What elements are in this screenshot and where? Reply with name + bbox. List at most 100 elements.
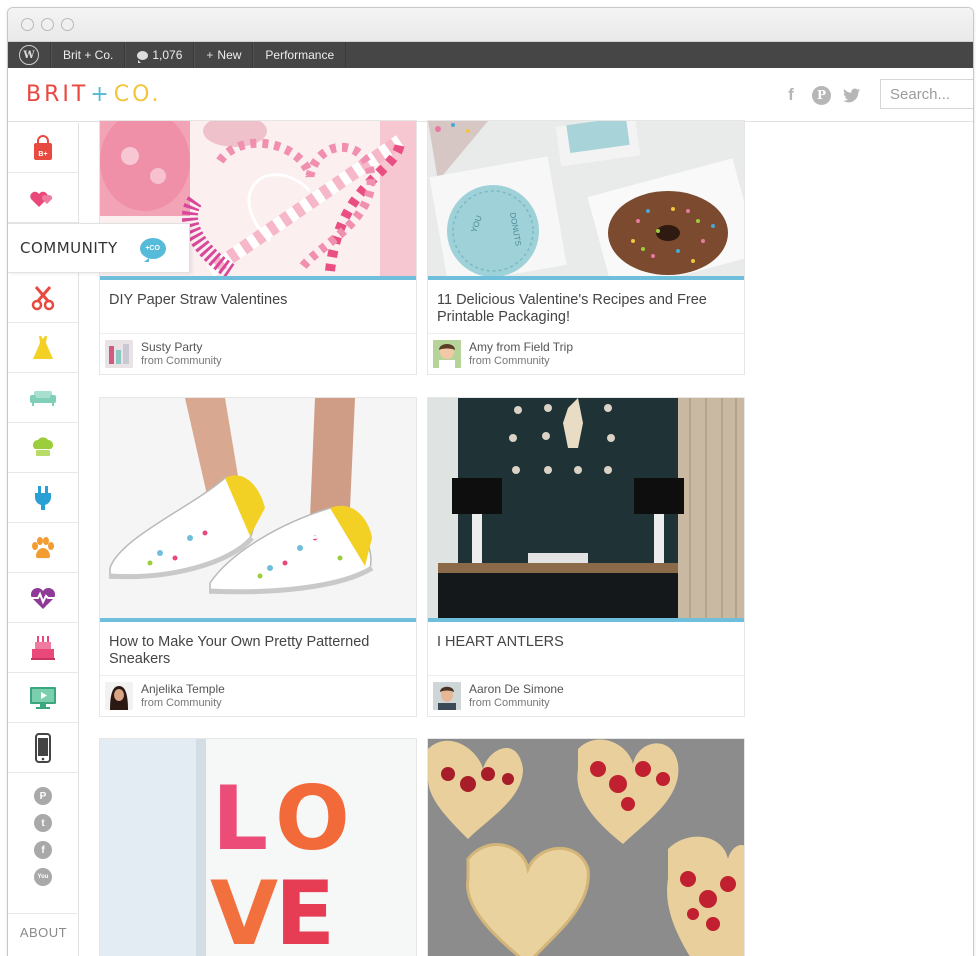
author-name[interactable]: Amy from Field Trip xyxy=(469,340,573,354)
monitor-icon xyxy=(30,686,56,709)
site-name-link[interactable]: Brit + Co. xyxy=(51,42,126,68)
shopping-bag-icon: B+ xyxy=(34,134,52,160)
plug-icon xyxy=(35,485,51,510)
post-card[interactable]: L O V E xyxy=(99,738,417,956)
donuts-packaging-photo: YOU DONUTS xyxy=(428,121,744,276)
author-source: from Community xyxy=(469,355,550,367)
post-card[interactable]: I HEART ANTLERS Aaron De Simone from Com… xyxy=(427,397,745,717)
sidebar-item-love[interactable] xyxy=(8,173,78,223)
close-window-button[interactable] xyxy=(21,18,34,31)
post-title[interactable]: 11 Delicious Valentine's Recipes and Fre… xyxy=(428,280,744,334)
post-image[interactable]: L O V E xyxy=(100,739,416,956)
logo-co: CO. xyxy=(113,82,162,107)
post-image[interactable] xyxy=(428,739,744,956)
zoom-window-button[interactable] xyxy=(61,18,74,31)
hearts-icon xyxy=(30,191,53,207)
love-card-photo: L O V E xyxy=(100,739,416,956)
pinterest-icon[interactable]: P xyxy=(812,85,831,105)
avatar[interactable] xyxy=(105,682,133,710)
post-author: Anjelika Temple from Community xyxy=(100,676,416,716)
category-sidebar: B+ P t f You ABOUT COMMUNITY +CO xyxy=(8,123,190,956)
header-social-links: f P xyxy=(780,85,863,105)
sofa-icon xyxy=(30,390,56,406)
post-card[interactable]: How to Make Your Own Pretty Patterned Sn… xyxy=(99,397,417,717)
logo-brit: BRIT xyxy=(26,82,89,107)
author-source: from Community xyxy=(469,697,550,709)
svg-text:B+: B+ xyxy=(38,151,47,158)
comment-bubble-icon xyxy=(137,50,149,63)
sidebar-item-tech[interactable] xyxy=(8,473,78,523)
sidebar-item-video[interactable] xyxy=(8,673,78,723)
avatar[interactable] xyxy=(433,682,461,710)
minimize-window-button[interactable] xyxy=(41,18,54,31)
twitter-icon[interactable] xyxy=(841,85,863,105)
post-image[interactable] xyxy=(428,398,744,622)
love-letter-o: O xyxy=(275,767,350,870)
facebook-icon[interactable]: f xyxy=(780,85,802,105)
avatar[interactable] xyxy=(105,340,133,368)
community-label: COMMUNITY xyxy=(20,239,118,257)
post-title[interactable]: DIY Paper Straw Valentines xyxy=(100,280,416,334)
post-author: Amy from Field Trip from Community xyxy=(428,334,744,374)
cake-icon xyxy=(31,635,55,660)
heartbeat-icon xyxy=(30,587,56,609)
performance-label: Performance xyxy=(265,48,335,62)
co-speech-bubble-icon: +CO xyxy=(139,237,166,262)
phone-icon xyxy=(35,732,51,763)
paw-icon xyxy=(32,536,54,558)
wordpress-logo-icon: W xyxy=(19,45,39,65)
wordpress-menu[interactable]: W xyxy=(8,42,51,68)
site-name-label: Brit + Co. xyxy=(63,48,114,62)
author-source: from Community xyxy=(141,355,222,367)
post-image[interactable] xyxy=(100,398,416,622)
sidebar-item-food[interactable] xyxy=(8,423,78,473)
site-logo[interactable]: BRIT+CO. xyxy=(26,82,162,107)
sidebar-item-health[interactable] xyxy=(8,573,78,623)
community-flyout[interactable]: COMMUNITY +CO xyxy=(8,223,190,273)
site-header: BRIT+CO. f P xyxy=(8,68,973,122)
sidebar-social-links: P t f You xyxy=(8,773,78,886)
sidebar-item-pets[interactable] xyxy=(8,523,78,573)
author-name[interactable]: Anjelika Temple xyxy=(141,682,225,696)
sidebar-item-mobile[interactable] xyxy=(8,723,78,773)
youtube-icon[interactable]: You xyxy=(34,868,52,886)
comments-link[interactable]: 1,076 xyxy=(125,42,195,68)
twitter-icon[interactable]: t xyxy=(34,814,52,832)
new-label: New xyxy=(217,48,242,62)
post-card[interactable] xyxy=(427,738,745,956)
search-input[interactable] xyxy=(880,79,973,109)
post-card[interactable]: YOU DONUTS 11 Delicious Valentine's Reci… xyxy=(427,120,745,375)
about-link[interactable]: ABOUT xyxy=(8,913,79,940)
sidebar-item-diy[interactable] xyxy=(8,273,78,323)
love-letter-v: V xyxy=(210,862,278,956)
pinterest-icon[interactable]: P xyxy=(34,787,52,805)
browser-window: W Brit + Co. 1,076 + New Performance BRI… xyxy=(7,7,974,956)
scissors-icon xyxy=(31,285,55,310)
wp-admin-bar: W Brit + Co. 1,076 + New Performance xyxy=(8,42,973,68)
performance-menu[interactable]: Performance xyxy=(253,42,347,68)
plus-icon: + xyxy=(206,48,214,62)
post-title[interactable]: I HEART ANTLERS xyxy=(428,622,744,676)
sidebar-item-party[interactable] xyxy=(8,623,78,673)
post-author: Susty Party from Community xyxy=(100,334,416,374)
avatar[interactable] xyxy=(433,340,461,368)
post-image[interactable]: YOU DONUTS xyxy=(428,121,744,280)
dress-icon xyxy=(33,335,53,359)
chef-hat-icon xyxy=(33,436,53,456)
logo-plus: + xyxy=(90,82,112,107)
new-content-menu[interactable]: + New xyxy=(194,42,254,68)
title-bar xyxy=(8,8,973,42)
heart-pies-photo xyxy=(428,739,744,956)
sidebar-item-home[interactable] xyxy=(8,373,78,423)
patterned-sneakers-photo xyxy=(100,398,416,618)
author-source: from Community xyxy=(141,697,222,709)
antlers-wall-photo xyxy=(428,398,744,618)
love-letter-l: L xyxy=(212,767,268,870)
facebook-icon[interactable]: f xyxy=(34,841,52,859)
sidebar-item-shop[interactable]: B+ xyxy=(8,123,78,173)
author-name[interactable]: Susty Party xyxy=(141,340,222,354)
author-name[interactable]: Aaron De Simone xyxy=(469,682,564,696)
sidebar-item-style[interactable] xyxy=(8,323,78,373)
post-author: Aaron De Simone from Community xyxy=(428,676,744,716)
post-title[interactable]: How to Make Your Own Pretty Patterned Sn… xyxy=(100,622,416,676)
